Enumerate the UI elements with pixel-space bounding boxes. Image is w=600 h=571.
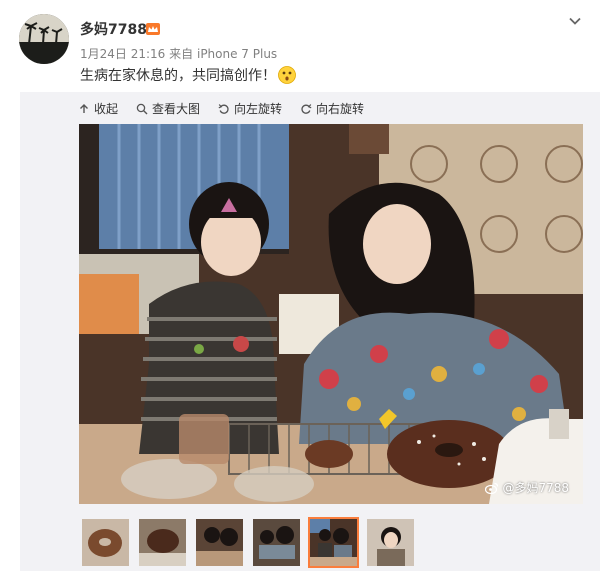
- rotate-left-icon: [218, 103, 229, 114]
- thumbnail-strip: [80, 517, 416, 568]
- magnifier-icon: [136, 103, 148, 114]
- post-time[interactable]: 1月24日 21:16: [80, 47, 165, 61]
- thumbnail[interactable]: [194, 517, 245, 568]
- username[interactable]: 多妈7788: [80, 19, 147, 39]
- watermark-text: @多妈7788: [502, 481, 569, 495]
- chevron-down-icon[interactable]: [568, 14, 582, 28]
- collapse-button[interactable]: 收起: [78, 100, 118, 117]
- main-photo[interactable]: @多妈7788: [79, 124, 583, 504]
- weibo-logo-icon: [485, 482, 499, 494]
- rotate-left-button[interactable]: 向左旋转: [218, 100, 282, 117]
- rotate-left-label: 向左旋转: [234, 102, 283, 116]
- rotate-right-icon: [301, 103, 312, 114]
- thumbnail-active[interactable]: [308, 517, 359, 568]
- thumbnail[interactable]: [365, 517, 416, 568]
- photo-toolbar: 收起 查看大图 向左旋转 向右旋转: [78, 100, 364, 117]
- thumbnail[interactable]: [137, 517, 188, 568]
- avatar[interactable]: [19, 14, 69, 64]
- media-panel: 收起 查看大图 向左旋转 向右旋转 @多妈7788: [20, 92, 600, 571]
- vip-crown-icon[interactable]: [146, 23, 160, 35]
- surprised-emoji-icon: [278, 66, 296, 84]
- post-meta: 1月24日 21:16 来自 iPhone 7 Plus: [80, 45, 277, 62]
- post-text: 生病在家休息的，共同搞创作！: [80, 65, 296, 85]
- collapse-label: 收起: [94, 102, 119, 116]
- thumbnail[interactable]: [80, 517, 131, 568]
- avatar-image: [19, 14, 69, 64]
- thumbnail[interactable]: [251, 517, 302, 568]
- photo-illustration: [79, 124, 583, 504]
- post-header: 多妈7788 1月24日 21:16 来自 iPhone 7 Plus 生病在家…: [0, 0, 600, 92]
- source-prefix: 来自: [169, 47, 194, 61]
- arrow-up-icon: [80, 103, 88, 113]
- post-device[interactable]: iPhone 7 Plus: [197, 47, 277, 61]
- rotate-right-button[interactable]: 向右旋转: [300, 100, 364, 117]
- post-text-content: 生病在家休息的，共同搞创作！: [80, 68, 276, 84]
- rotate-right-label: 向右旋转: [316, 102, 365, 116]
- view-large-label: 查看大图: [152, 102, 201, 116]
- photo-watermark: @多妈7788: [485, 479, 569, 496]
- view-large-button[interactable]: 查看大图: [136, 100, 200, 117]
